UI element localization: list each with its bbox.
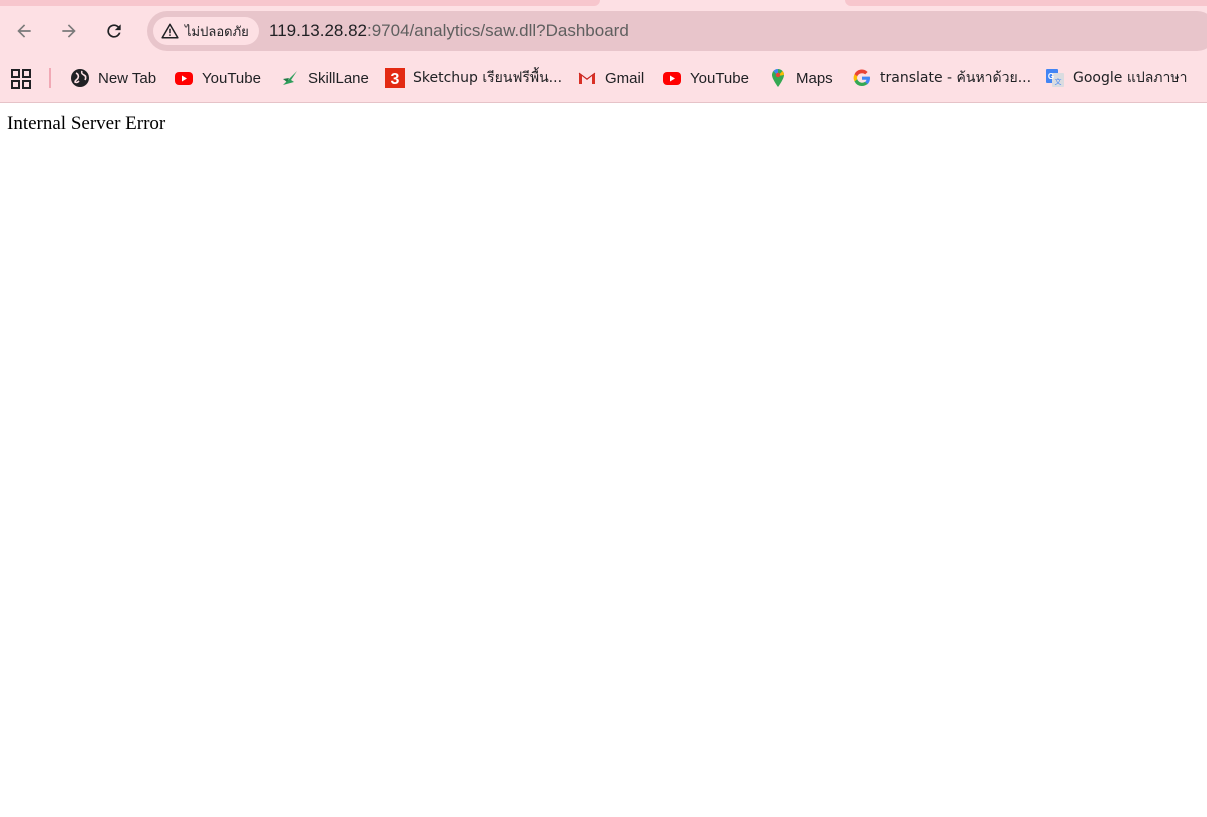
browser-toolbar: ไม่ปลอดภัย 119.13.28.82:9704/analytics/s… xyxy=(0,6,1207,56)
globe-icon xyxy=(70,68,90,88)
bookmarks-divider xyxy=(49,68,51,88)
bookmark-label: YouTube xyxy=(202,69,261,87)
warning-triangle-icon xyxy=(161,23,179,39)
youtube-icon xyxy=(662,68,682,88)
svg-text:3: 3 xyxy=(391,71,400,88)
security-chip[interactable]: ไม่ปลอดภัย xyxy=(153,17,259,45)
address-bar[interactable]: ไม่ปลอดภัย 119.13.28.82:9704/analytics/s… xyxy=(147,11,1207,51)
svg-text:G: G xyxy=(1048,72,1054,81)
bookmark-maps[interactable]: Maps xyxy=(768,66,833,90)
back-button[interactable] xyxy=(8,15,40,47)
reload-icon xyxy=(107,24,121,38)
bookmark-skilllane[interactable]: SkillLane xyxy=(280,66,369,90)
bookmark-label: YouTube xyxy=(690,69,749,87)
youtube-icon xyxy=(174,68,194,88)
bookmark-sketchup[interactable]: 3 Sketchup เรียนฟรีพื้น... xyxy=(385,66,562,90)
url-host: 119.13.28.82 xyxy=(269,21,367,40)
bookmark-label: Google แปลภาษา xyxy=(1073,70,1188,86)
security-label: ไม่ปลอดภัย xyxy=(185,24,249,40)
apps-grid-icon[interactable] xyxy=(10,68,32,90)
svg-text:文: 文 xyxy=(1055,77,1062,86)
reload-button[interactable] xyxy=(98,15,130,47)
sketchup-3-icon: 3 xyxy=(385,68,405,88)
bookmark-youtube[interactable]: YouTube xyxy=(174,66,261,90)
bookmark-label: Sketchup เรียนฟรีพื้น... xyxy=(413,70,563,86)
url-text[interactable]: 119.13.28.82:9704/analytics/saw.dll?Dash… xyxy=(269,21,629,41)
bookmark-gmail[interactable]: Gmail xyxy=(577,66,644,90)
forward-button[interactable] xyxy=(53,15,85,47)
page-content: Internal Server Error xyxy=(0,103,1207,817)
bookmark-label: translate - ค้นหาด้วย... xyxy=(880,70,1032,86)
bookmark-youtube-2[interactable]: YouTube xyxy=(662,66,749,90)
bookmark-translate-search[interactable]: translate - ค้นหาด้วย... xyxy=(852,66,1031,90)
maps-pin-icon xyxy=(768,68,788,88)
google-g-icon xyxy=(852,68,872,88)
arrow-left-icon xyxy=(17,24,31,38)
url-path: :9704/analytics/saw.dll?Dashboard xyxy=(367,21,629,40)
error-message: Internal Server Error xyxy=(7,113,166,134)
bookmark-new-tab[interactable]: New Tab xyxy=(70,66,156,90)
bookmark-label: SkillLane xyxy=(308,69,369,87)
gmail-icon xyxy=(577,68,597,88)
bookmark-google-translate[interactable]: G文 Google แปลภาษา xyxy=(1045,66,1188,90)
bookmark-label: Maps xyxy=(796,69,833,87)
bookmark-label: New Tab xyxy=(98,69,157,87)
skilllane-icon xyxy=(280,68,300,88)
google-translate-icon: G文 xyxy=(1045,68,1065,88)
bookmark-label: Gmail xyxy=(605,69,645,87)
arrow-right-icon xyxy=(62,24,76,38)
bookmarks-bar: New Tab YouTube SkillLane 3 Sketchup เรี… xyxy=(0,56,1207,103)
